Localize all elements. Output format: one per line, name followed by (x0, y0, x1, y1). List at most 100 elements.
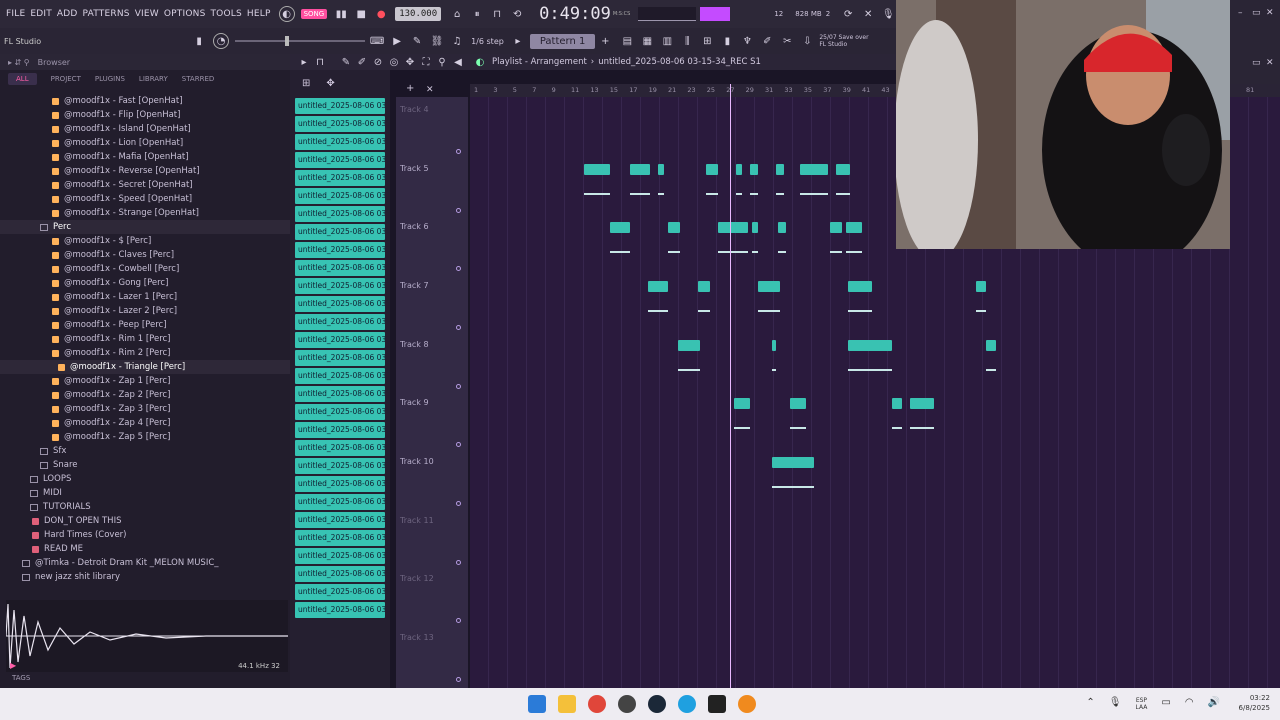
pattern-selector[interactable]: Pattern 1 (529, 33, 596, 49)
track-mute-icon[interactable] (456, 560, 461, 565)
audio-clip[interactable] (630, 164, 650, 175)
playlist-restore-icon[interactable]: ▭ (1252, 58, 1261, 68)
tray-chevron-icon[interactable]: ⌃ (1086, 697, 1094, 711)
track-mute-icon[interactable] (456, 266, 461, 271)
tray-mic-icon[interactable]: 🎙 (1109, 697, 1122, 711)
master-volume-knob[interactable]: ◐ (278, 6, 295, 22)
slip-tool-icon[interactable]: ✥ (402, 54, 418, 70)
browser-tab-plugins[interactable]: PLUGINS (95, 75, 125, 83)
browser-item[interactable]: @moodf1x - Reverse [OpenHat] (0, 164, 290, 178)
browser-item[interactable]: @moodf1x - Zap 3 [Perc] (0, 402, 290, 416)
browser-item[interactable]: @moodf1x - Secret [OpenHat] (0, 178, 290, 192)
browser-tab-project[interactable]: PROJECT (51, 75, 81, 83)
tray-lang[interactable]: ESP LAA (1136, 697, 1148, 711)
clip-source-item[interactable]: untitled_2025-08-06 03-... (295, 602, 385, 618)
audio-clip[interactable] (772, 457, 814, 468)
browser-folder[interactable]: Perc (0, 220, 290, 234)
clip-source-item[interactable]: untitled_2025-08-06 03-... (295, 386, 385, 402)
audio-clip[interactable] (846, 222, 862, 233)
browser-folder[interactable]: Snare (0, 458, 290, 472)
audio-clip[interactable] (976, 281, 986, 292)
track-mute-icon[interactable] (456, 501, 461, 506)
typing-keyboard-icon[interactable]: ♫ (449, 33, 465, 49)
clip-source-item[interactable]: untitled_2025-08-06 03-... (295, 440, 385, 456)
browser-item[interactable]: @moodf1x - Zap 4 [Perc] (0, 416, 290, 430)
playback-tool-icon[interactable]: ◀ (450, 54, 466, 70)
clip-source-item[interactable]: untitled_2025-08-06 03-... (295, 458, 385, 474)
audio-clip[interactable] (892, 398, 902, 409)
playhead[interactable] (730, 84, 731, 688)
clip-source-item[interactable]: untitled_2025-08-06 03-... (295, 476, 385, 492)
picker-icon[interactable]: ⊞ (302, 78, 310, 89)
clip-source-item[interactable]: untitled_2025-08-06 03-... (295, 206, 385, 222)
snap-magnet-icon[interactable]: ⊓ (312, 54, 328, 70)
clip-source-item[interactable]: untitled_2025-08-06 03-... (295, 170, 385, 186)
track-label[interactable]: Track 7 (400, 281, 429, 290)
download-icon[interactable]: ⇩ (799, 33, 815, 49)
clip-source-item[interactable]: untitled_2025-08-06 03-... (295, 530, 385, 546)
wait-input-icon[interactable]: ⏸ (469, 6, 485, 22)
restore-icon[interactable]: ▭ (1252, 8, 1261, 18)
clip-source-item[interactable]: untitled_2025-08-06 03-... (295, 260, 385, 276)
track-mute-icon[interactable] (456, 208, 461, 213)
audio-clip[interactable] (610, 222, 630, 233)
piano-roll-icon[interactable]: ▥ (659, 33, 675, 49)
browser-item[interactable]: @moodf1x - Flip [OpenHat] (0, 108, 290, 122)
zoom-tool-icon[interactable]: ⚲ (434, 54, 450, 70)
clip-source-item[interactable]: untitled_2025-08-06 03-... (295, 224, 385, 240)
mixer-icon[interactable]: ✕ (860, 6, 876, 22)
browser-item[interactable]: @moodf1x - Peep [Perc] (0, 318, 290, 332)
browser-item[interactable]: @moodf1x - Zap 1 [Perc] (0, 374, 290, 388)
browser-folder[interactable]: TUTORIALS (0, 500, 290, 514)
clip-source-item[interactable]: untitled_2025-08-06 03-... (295, 116, 385, 132)
song-position-display[interactable]: 0:49:09 (539, 4, 611, 24)
audio-clip[interactable] (678, 340, 700, 351)
browser-item[interactable]: READ ME (0, 542, 290, 556)
browser-app-icon[interactable] (678, 695, 696, 713)
tempo-display[interactable]: 130.000 (395, 7, 442, 21)
audio-clip[interactable] (910, 398, 934, 409)
stop-icon[interactable]: ■ (353, 6, 369, 22)
clip-source-item[interactable]: untitled_2025-08-06 03-... (295, 332, 385, 348)
browser-item[interactable]: @moodf1x - Lazer 2 [Perc] (0, 304, 290, 318)
file-explorer-icon[interactable] (558, 695, 576, 713)
browser-tab-starred[interactable]: STARRED (182, 75, 215, 83)
pitch-knob-icon[interactable]: ◔ (213, 33, 230, 49)
menu-view[interactable]: VIEW (135, 9, 159, 19)
clip-source-item[interactable]: untitled_2025-08-06 03-... (295, 368, 385, 384)
audio-clip[interactable] (698, 281, 710, 292)
track-label[interactable]: Track 8 (400, 340, 429, 349)
menu-edit[interactable]: EDIT (30, 9, 52, 19)
browser-tab-library[interactable]: LIBRARY (139, 75, 168, 83)
menu-tools[interactable]: TOOLS (210, 9, 241, 19)
keyboard-icon[interactable]: ⌨ (369, 33, 385, 49)
audio-clip[interactable] (800, 164, 828, 175)
clip-source-item[interactable]: untitled_2025-08-06 03-... (295, 548, 385, 564)
microphone-icon[interactable]: 🎙 (880, 6, 896, 22)
track-label[interactable]: Track 9 (400, 398, 429, 407)
clip-source-item[interactable]: untitled_2025-08-06 03-... (295, 494, 385, 510)
menu-patterns[interactable]: PATTERNS (83, 9, 130, 19)
clip-source-item[interactable]: untitled_2025-08-06 03-... (295, 152, 385, 168)
capcut-icon[interactable] (708, 695, 726, 713)
browser-item[interactable]: @moodf1x - $ [Perc] (0, 234, 290, 248)
sample-play-icon[interactable]: ▶ (10, 661, 16, 670)
minimize-icon[interactable]: – (1238, 8, 1243, 18)
clip-source-item[interactable]: untitled_2025-08-06 03-... (295, 584, 385, 600)
project-icon[interactable]: ▮ (719, 33, 735, 49)
clip-source-item[interactable]: untitled_2025-08-06 03-... (295, 512, 385, 528)
close-window-icon[interactable]: ✕ (1266, 8, 1274, 18)
delete-tool-icon[interactable]: ⊘ (370, 54, 386, 70)
clip-source-item[interactable]: untitled_2025-08-06 03-... (295, 278, 385, 294)
clip-source-item[interactable]: untitled_2025-08-06 03-... (295, 188, 385, 204)
track-label[interactable]: Track 12 (400, 574, 434, 583)
audio-clip[interactable] (758, 281, 780, 292)
track-label[interactable]: Track 6 (400, 222, 429, 231)
clip-source-item[interactable]: untitled_2025-08-06 03-... (295, 404, 385, 420)
audio-clip[interactable] (734, 398, 750, 409)
browser-item[interactable]: @moodf1x - Lazer 1 [Perc] (0, 290, 290, 304)
draw-tool-icon[interactable]: ✎ (338, 54, 354, 70)
audio-clip[interactable] (750, 164, 758, 175)
metronome-icon[interactable]: ⌂ (449, 6, 465, 22)
browser-item[interactable]: DON_T OPEN THIS (0, 514, 290, 528)
